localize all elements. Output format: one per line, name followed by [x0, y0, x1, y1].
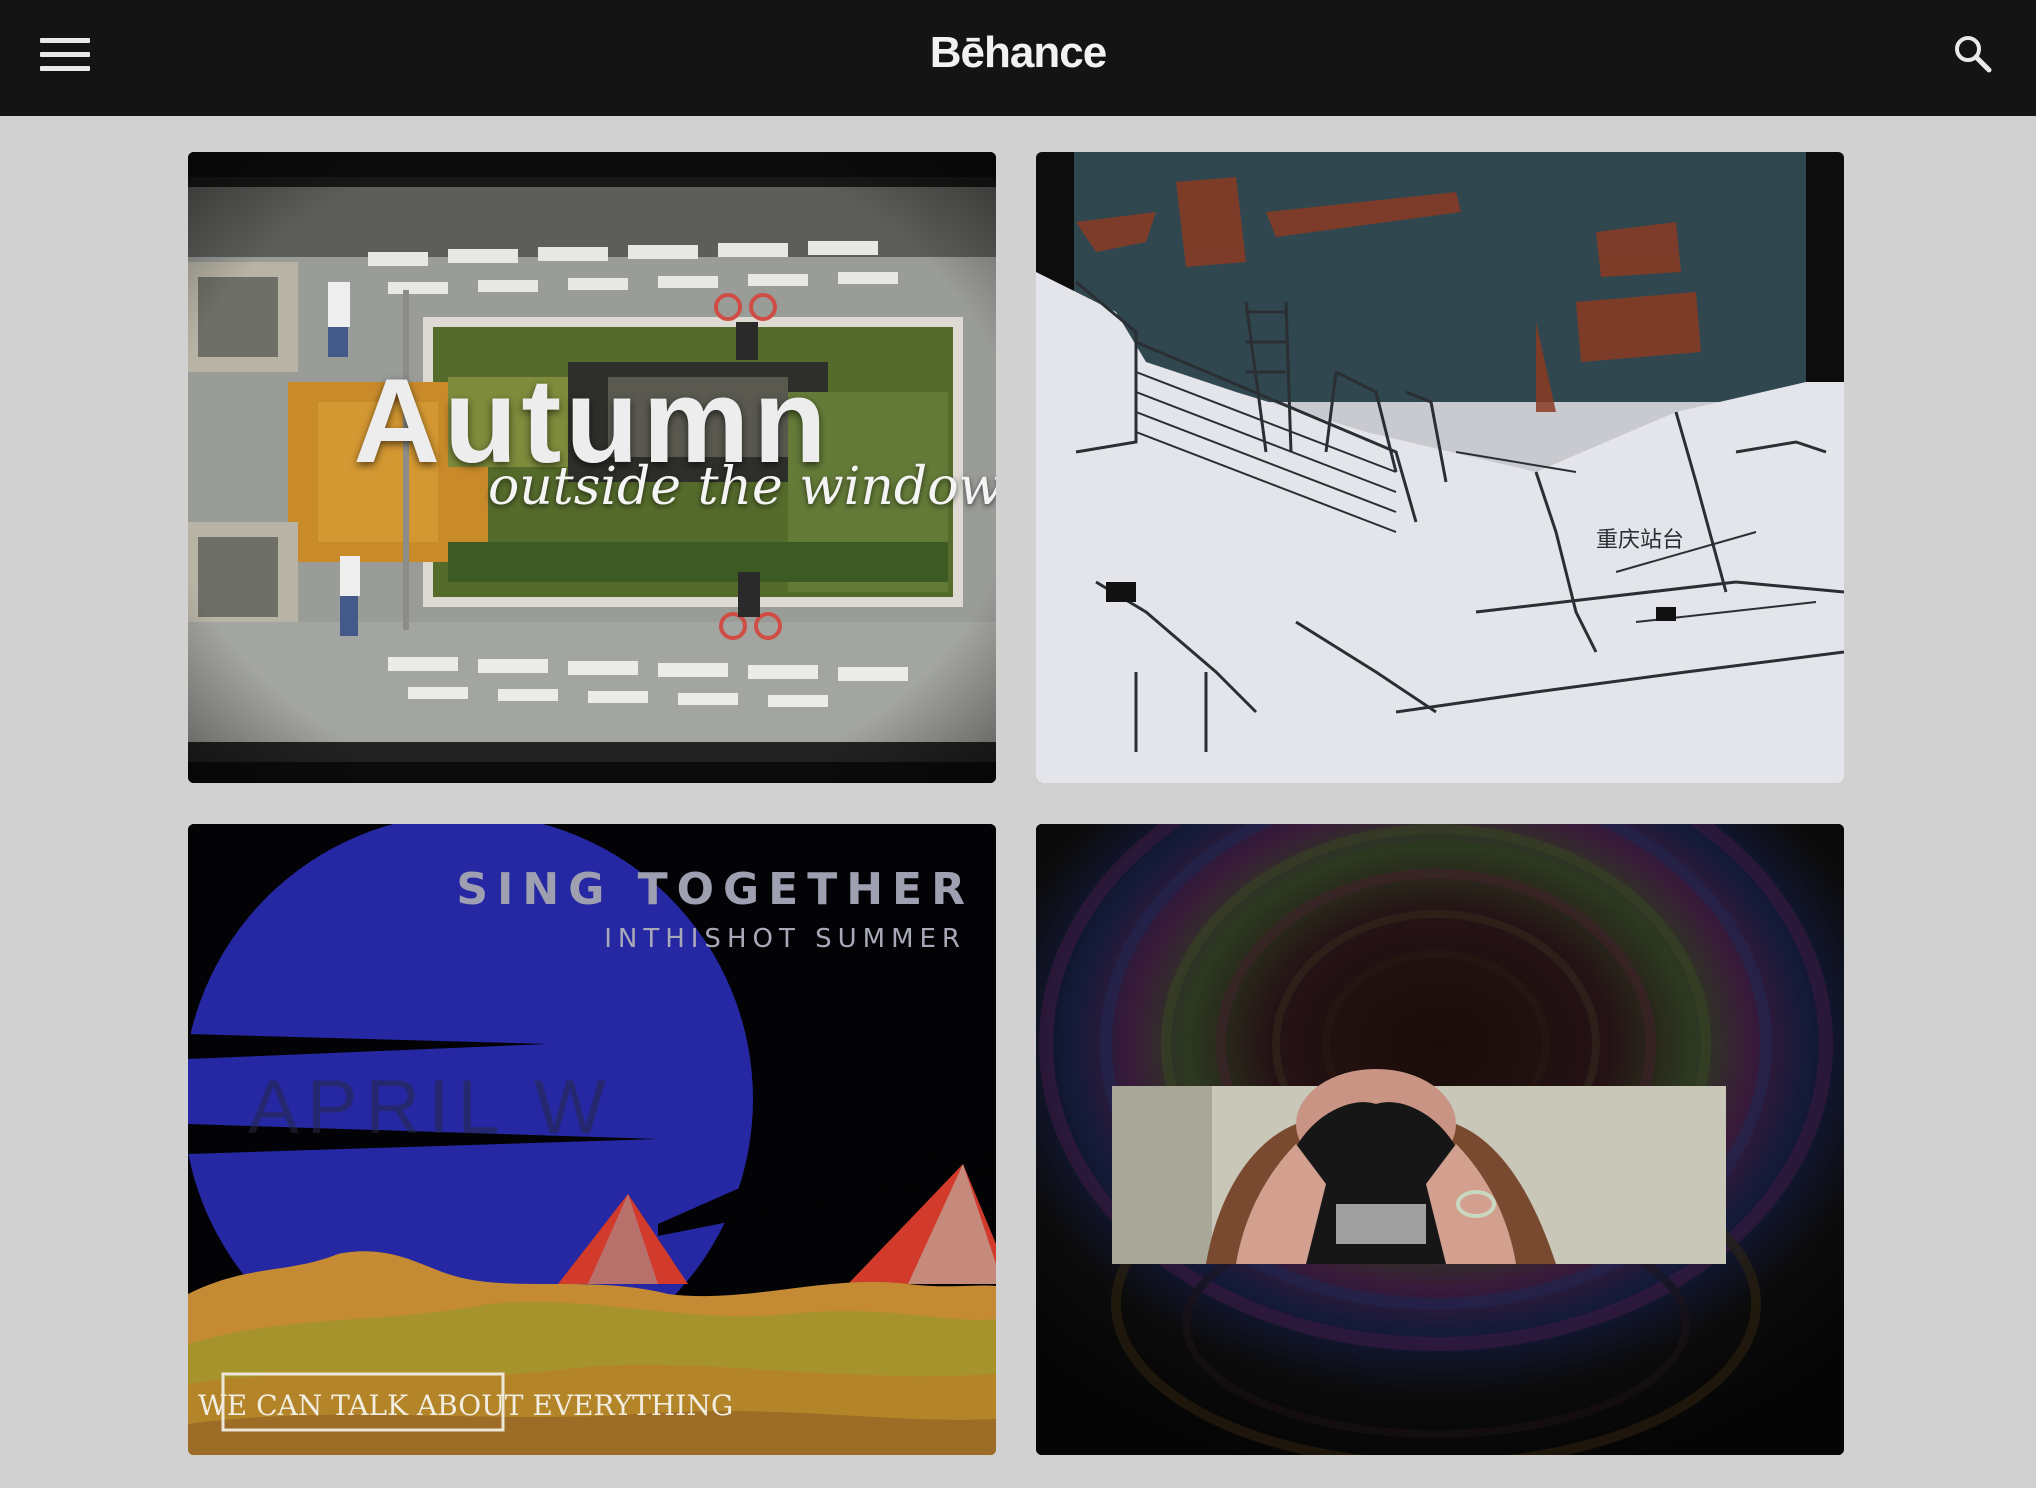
behance-logo[interactable]: Bēhance: [0, 28, 2036, 78]
faded-april-text: APRIL W: [248, 1065, 614, 1150]
station-sign-text: 重庆站台: [1596, 528, 1684, 553]
sing-together-title-text: SING TOGETHER: [456, 864, 974, 915]
project-card-sing-together[interactable]: SING TOGETHER INTHISHOT SUMMER APRIL W W…: [188, 824, 996, 1455]
project-card-autumn[interactable]: Autumn outside the window: [188, 152, 996, 783]
autumn-subtitle-text: outside the window: [488, 457, 996, 517]
project-card-tunnel[interactable]: [1036, 824, 1844, 1455]
caption-text: WE CAN TALK ABOUT EVERYTHING: [198, 1389, 734, 1422]
top-navigation-bar: Bēhance: [0, 0, 2036, 116]
project-card-sketch[interactable]: 重庆站台: [1036, 152, 1844, 783]
project-thumbnail-sketch: 重庆站台: [1036, 152, 1844, 783]
sing-together-subtitle-text: INTHISHOT SUMMER: [604, 924, 966, 954]
search-icon[interactable]: [1953, 34, 1993, 74]
project-thumbnail-tunnel: [1036, 824, 1844, 1455]
